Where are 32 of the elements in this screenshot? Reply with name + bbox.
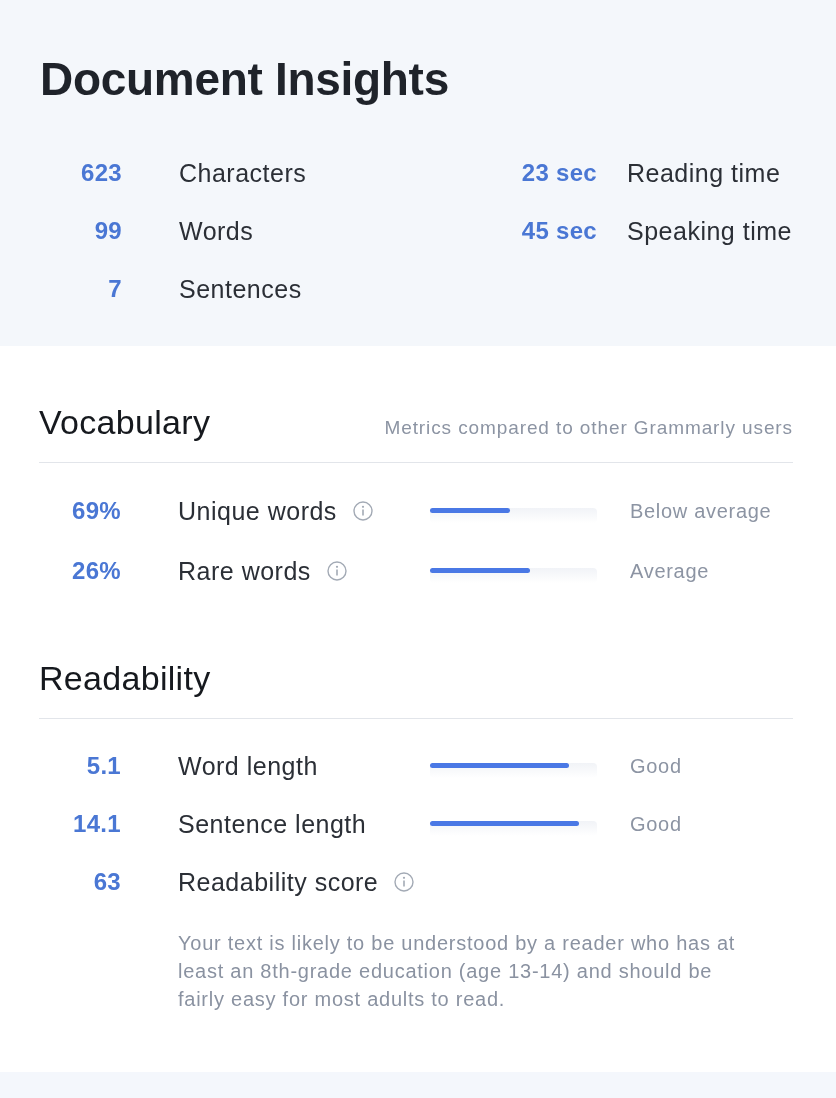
stat-label: Speaking time — [627, 216, 792, 246]
info-icon[interactable] — [394, 872, 415, 892]
stat-value: 7 — [107, 275, 122, 303]
info-icon[interactable] — [326, 561, 347, 581]
metric-label: Sentence length — [178, 809, 367, 839]
metric-label: Readability score — [178, 867, 379, 897]
metric-label: Unique words — [178, 496, 337, 526]
info-icon[interactable] — [352, 501, 373, 521]
stat-label: Reading time — [627, 158, 781, 188]
section-note: Metrics compared to other Grammarly users — [384, 417, 793, 439]
metric-label: Word length — [178, 751, 318, 781]
metric-label: Rare words — [178, 556, 311, 586]
stat-value: 623 — [80, 159, 122, 187]
metric-value: 5.1 — [85, 752, 121, 780]
metric-value: 26% — [71, 557, 121, 585]
rating-label: Good — [630, 754, 682, 778]
stat-value: 23 sec — [520, 159, 597, 187]
rating-label: Good — [630, 812, 682, 836]
rating-label: Below average — [630, 499, 772, 523]
readability-description: Your text is likely to be understood by a reader who has at least an 8th-grade education (age 13-14) and should be fairly easy for most adults to read. — [178, 931, 737, 1012]
stat-label: Words — [179, 216, 254, 246]
stat-label: Characters — [179, 158, 307, 188]
section-heading: Vocabulary — [39, 402, 211, 442]
metric-value: 14.1 — [72, 810, 121, 838]
stat-label: Sentences — [179, 274, 302, 304]
stat-value: 99 — [93, 217, 122, 245]
metric-value: 63 — [92, 868, 121, 896]
page-title: Document Insights — [40, 52, 449, 107]
section-heading: Readability — [39, 658, 211, 698]
stat-value: 45 sec — [520, 217, 597, 245]
metric-value: 69% — [71, 497, 121, 525]
rating-label: Average — [630, 559, 710, 583]
